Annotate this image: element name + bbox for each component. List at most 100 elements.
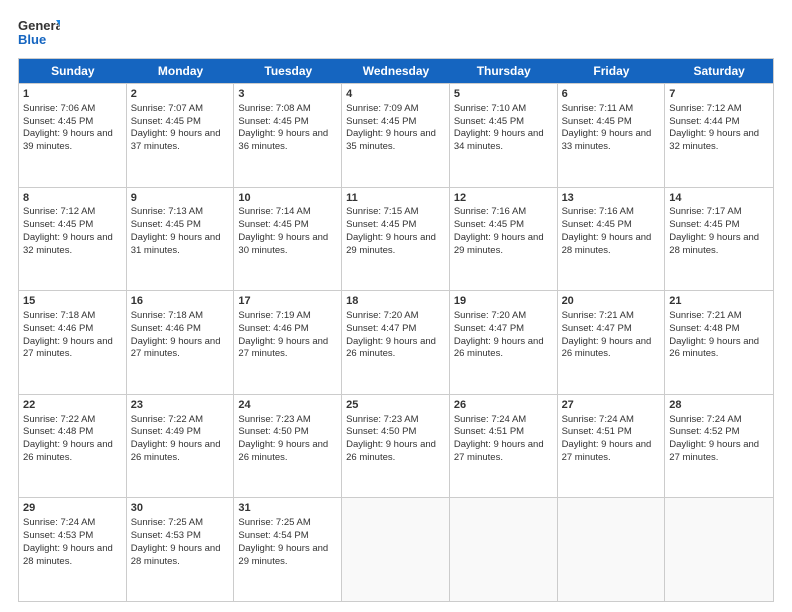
table-row: 18 Sunrise: 7:20 AM Sunset: 4:47 PM Dayl… [342,291,450,394]
daylight-hours: Daylight: 9 hours and 30 minutes. [238,232,328,256]
table-row: 24 Sunrise: 7:23 AM Sunset: 4:50 PM Dayl… [234,395,342,498]
day-number: 14 [669,191,769,206]
daylight-hours: Daylight: 9 hours and 27 minutes. [131,336,221,360]
sunrise-time: Sunrise: 7:07 AM [131,103,203,114]
day-number: 25 [346,398,445,413]
day-number: 28 [669,398,769,413]
sunrise-time: Sunrise: 7:22 AM [131,414,203,425]
table-row [665,498,773,601]
table-row: 9 Sunrise: 7:13 AM Sunset: 4:45 PM Dayli… [127,188,235,291]
table-row: 30 Sunrise: 7:25 AM Sunset: 4:53 PM Dayl… [127,498,235,601]
daylight-hours: Daylight: 9 hours and 35 minutes. [346,128,436,152]
day-number: 2 [131,87,230,102]
day-number: 29 [23,501,122,516]
sunrise-time: Sunrise: 7:23 AM [238,414,310,425]
sunset-time: Sunset: 4:45 PM [454,116,524,127]
sunrise-time: Sunrise: 7:21 AM [669,310,741,321]
daylight-hours: Daylight: 9 hours and 26 minutes. [238,439,328,463]
day-number: 17 [238,294,337,309]
sunset-time: Sunset: 4:47 PM [454,323,524,334]
daylight-hours: Daylight: 9 hours and 39 minutes. [23,128,113,152]
sunset-time: Sunset: 4:52 PM [669,426,739,437]
sunset-time: Sunset: 4:50 PM [238,426,308,437]
sunrise-time: Sunrise: 7:21 AM [562,310,634,321]
sunset-time: Sunset: 4:45 PM [562,116,632,127]
daylight-hours: Daylight: 9 hours and 28 minutes. [669,232,759,256]
table-row [450,498,558,601]
header: General Blue [18,16,774,50]
daylight-hours: Daylight: 9 hours and 26 minutes. [669,336,759,360]
daylight-hours: Daylight: 9 hours and 34 minutes. [454,128,544,152]
sunrise-time: Sunrise: 7:22 AM [23,414,95,425]
table-row: 4 Sunrise: 7:09 AM Sunset: 4:45 PM Dayli… [342,84,450,187]
daylight-hours: Daylight: 9 hours and 28 minutes. [131,543,221,567]
sunset-time: Sunset: 4:53 PM [23,530,93,541]
daylight-hours: Daylight: 9 hours and 26 minutes. [454,336,544,360]
day-number: 21 [669,294,769,309]
table-row: 11 Sunrise: 7:15 AM Sunset: 4:45 PM Dayl… [342,188,450,291]
table-row: 22 Sunrise: 7:22 AM Sunset: 4:48 PM Dayl… [19,395,127,498]
sunset-time: Sunset: 4:49 PM [131,426,201,437]
logo-area: General Blue [18,16,60,50]
daylight-hours: Daylight: 9 hours and 37 minutes. [131,128,221,152]
day-number: 31 [238,501,337,516]
daylight-hours: Daylight: 9 hours and 28 minutes. [23,543,113,567]
table-row: 20 Sunrise: 7:21 AM Sunset: 4:47 PM Dayl… [558,291,666,394]
sunset-time: Sunset: 4:54 PM [238,530,308,541]
calendar: SundayMondayTuesdayWednesdayThursdayFrid… [18,58,774,602]
daylight-hours: Daylight: 9 hours and 27 minutes. [23,336,113,360]
sunset-time: Sunset: 4:48 PM [669,323,739,334]
table-row: 16 Sunrise: 7:18 AM Sunset: 4:46 PM Dayl… [127,291,235,394]
daylight-hours: Daylight: 9 hours and 27 minutes. [562,439,652,463]
sunrise-time: Sunrise: 7:15 AM [346,206,418,217]
sunrise-time: Sunrise: 7:18 AM [131,310,203,321]
sunrise-time: Sunrise: 7:18 AM [23,310,95,321]
sunset-time: Sunset: 4:45 PM [131,116,201,127]
daylight-hours: Daylight: 9 hours and 32 minutes. [669,128,759,152]
sunset-time: Sunset: 4:47 PM [562,323,632,334]
sunset-time: Sunset: 4:45 PM [562,219,632,230]
week-5: 29 Sunrise: 7:24 AM Sunset: 4:53 PM Dayl… [19,497,773,601]
table-row: 12 Sunrise: 7:16 AM Sunset: 4:45 PM Dayl… [450,188,558,291]
daylight-hours: Daylight: 9 hours and 26 minutes. [23,439,113,463]
header-day-friday: Friday [558,59,666,83]
header-day-wednesday: Wednesday [342,59,450,83]
sunset-time: Sunset: 4:45 PM [23,219,93,230]
sunset-time: Sunset: 4:45 PM [669,219,739,230]
sunrise-time: Sunrise: 7:24 AM [669,414,741,425]
day-number: 3 [238,87,337,102]
day-number: 4 [346,87,445,102]
day-number: 24 [238,398,337,413]
sunset-time: Sunset: 4:45 PM [346,219,416,230]
calendar-header: SundayMondayTuesdayWednesdayThursdayFrid… [19,59,773,83]
sunrise-time: Sunrise: 7:19 AM [238,310,310,321]
table-row: 21 Sunrise: 7:21 AM Sunset: 4:48 PM Dayl… [665,291,773,394]
header-day-sunday: Sunday [19,59,127,83]
sunset-time: Sunset: 4:45 PM [238,219,308,230]
sunrise-time: Sunrise: 7:08 AM [238,103,310,114]
sunrise-time: Sunrise: 7:20 AM [454,310,526,321]
sunset-time: Sunset: 4:47 PM [346,323,416,334]
page: General Blue SundayMondayTuesdayWednesda… [0,0,792,612]
sunrise-time: Sunrise: 7:06 AM [23,103,95,114]
sunrise-time: Sunrise: 7:11 AM [562,103,634,114]
day-number: 9 [131,191,230,206]
week-4: 22 Sunrise: 7:22 AM Sunset: 4:48 PM Dayl… [19,394,773,498]
header-day-tuesday: Tuesday [234,59,342,83]
day-number: 15 [23,294,122,309]
table-row: 31 Sunrise: 7:25 AM Sunset: 4:54 PM Dayl… [234,498,342,601]
table-row: 8 Sunrise: 7:12 AM Sunset: 4:45 PM Dayli… [19,188,127,291]
sunset-time: Sunset: 4:51 PM [562,426,632,437]
day-number: 16 [131,294,230,309]
table-row: 10 Sunrise: 7:14 AM Sunset: 4:45 PM Dayl… [234,188,342,291]
sunset-time: Sunset: 4:45 PM [23,116,93,127]
sunset-time: Sunset: 4:51 PM [454,426,524,437]
day-number: 13 [562,191,661,206]
week-3: 15 Sunrise: 7:18 AM Sunset: 4:46 PM Dayl… [19,290,773,394]
sunrise-time: Sunrise: 7:17 AM [669,206,741,217]
sunrise-time: Sunrise: 7:13 AM [131,206,203,217]
sunrise-time: Sunrise: 7:25 AM [131,517,203,528]
daylight-hours: Daylight: 9 hours and 27 minutes. [238,336,328,360]
day-number: 8 [23,191,122,206]
logo-svg: General Blue [18,16,60,50]
